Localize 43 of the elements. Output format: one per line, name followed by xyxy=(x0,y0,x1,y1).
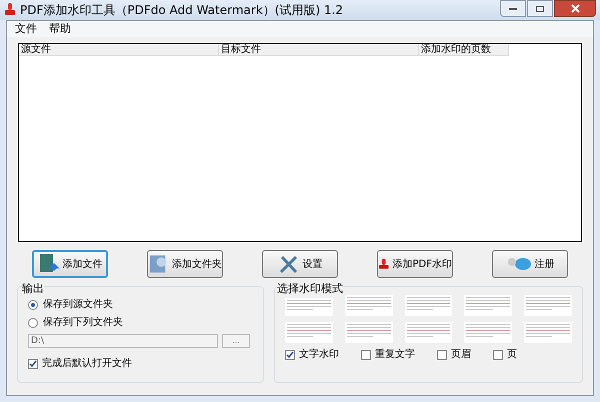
column-header[interactable]: 目标文件 xyxy=(219,44,419,55)
toolbar-button[interactable]: 添加文件夹 xyxy=(147,250,223,278)
radio-button[interactable] xyxy=(28,318,38,328)
column-header[interactable]: 源文件 xyxy=(19,44,219,55)
menu-item[interactable]: 帮助 xyxy=(49,20,71,38)
page-thumbnail[interactable] xyxy=(404,295,452,316)
tools-icon xyxy=(278,253,300,275)
group-title: 选择水印模式 xyxy=(276,281,343,298)
checkbox[interactable] xyxy=(360,350,371,360)
stamp-icon xyxy=(4,3,16,17)
minimize-button[interactable] xyxy=(500,0,526,17)
radio-label: 保存到源文件夹 xyxy=(43,298,113,312)
toolbar-button[interactable]: 添加PDF水印 xyxy=(377,250,453,278)
toolbar-button[interactable]: 设置 xyxy=(262,250,338,278)
close-button[interactable] xyxy=(554,0,596,17)
toolbar-button[interactable]: 注册 xyxy=(492,250,568,278)
toolbar-button[interactable]: 添加文件 xyxy=(32,250,108,278)
column-header[interactable]: 添加水印的页数 xyxy=(419,44,509,55)
checkbox-label: 页眉 xyxy=(450,348,471,362)
page-thumbnail[interactable] xyxy=(344,295,393,316)
page-thumbnail[interactable] xyxy=(404,322,452,343)
checkbox-label: 页 xyxy=(506,348,517,362)
page-thumbnail[interactable] xyxy=(524,295,572,316)
checkbox[interactable] xyxy=(28,358,38,368)
checkbox-label: 文字水印 xyxy=(298,348,339,362)
radio-label: 保存到下列文件夹 xyxy=(43,316,123,330)
checkbox[interactable] xyxy=(492,350,503,360)
page-thumbnail[interactable] xyxy=(284,322,333,343)
checkbox[interactable] xyxy=(284,350,295,360)
radio-button[interactable] xyxy=(28,300,38,310)
checkbox-label: 完成后默认打开文件 xyxy=(42,356,132,371)
close-icon xyxy=(570,4,580,13)
window-title: PDF添加水印工具（PDFdo Add Watermark）(试用版) 1.2 xyxy=(20,2,344,19)
maximize-button[interactable] xyxy=(527,0,553,17)
file-icon xyxy=(38,253,60,275)
checkbox-label: 重复文字 xyxy=(374,348,415,362)
browse-button[interactable]: ... xyxy=(222,334,250,348)
page-thumbnail[interactable] xyxy=(524,322,572,343)
page-thumbnail[interactable] xyxy=(344,322,393,343)
checkbox[interactable] xyxy=(436,350,447,360)
page-thumbnail[interactable] xyxy=(464,322,512,343)
page-thumbnail[interactable] xyxy=(464,295,512,316)
menu-item[interactable]: 文件 xyxy=(15,20,37,38)
